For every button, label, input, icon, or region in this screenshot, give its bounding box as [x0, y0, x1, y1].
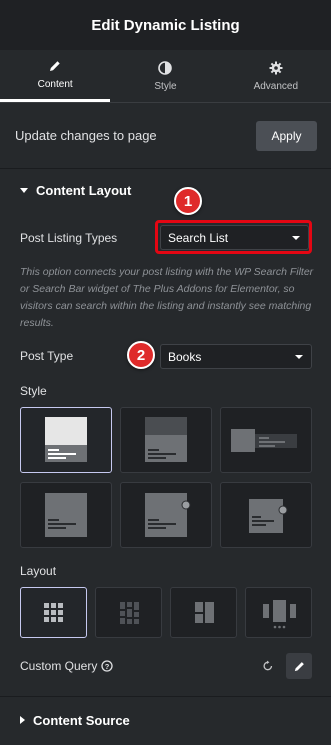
style-option-1[interactable] [20, 407, 112, 473]
style-option-5[interactable] [120, 482, 212, 548]
masonry-layout-icon [120, 602, 139, 624]
post-listing-description: This option connects your post listing w… [20, 266, 314, 329]
update-changes-label: Update changes to page [15, 128, 157, 143]
style-3-thumbnail [231, 429, 297, 452]
post-type-select[interactable]: Books [160, 344, 312, 369]
layout-option-carousel[interactable] [245, 587, 312, 638]
gear-icon [269, 61, 283, 74]
section-content-source[interactable]: Content Source [0, 710, 331, 730]
update-changes-row: Update changes to page Apply [0, 103, 331, 169]
tab-bar: Content Style Advanced [0, 50, 331, 103]
svg-text:?: ? [105, 662, 110, 671]
style-5-thumbnail [145, 493, 191, 537]
post-type-label: Post Type [20, 349, 74, 363]
style-2-thumbnail [145, 417, 187, 462]
layout-option-masonry[interactable] [95, 587, 162, 638]
panel-title: Edit Dynamic Listing [91, 16, 240, 34]
tab-advanced-label: Advanced [253, 80, 299, 92]
caret-right-icon [20, 716, 25, 724]
half-circle-icon [158, 60, 173, 75]
tab-content-label: Content [37, 79, 73, 90]
custom-query-row: Custom Query ? [20, 659, 114, 673]
style-option-6[interactable] [220, 482, 312, 548]
section-content-source-title: Content Source [33, 712, 130, 728]
tab-advanced[interactable]: Advanced [221, 50, 331, 102]
pencil-icon [294, 661, 304, 671]
highlight-box [155, 220, 312, 254]
style-6-thumbnail [249, 499, 288, 533]
style-1-thumbnail [45, 417, 87, 462]
metro-layout-icon [195, 602, 214, 623]
style-option-3[interactable] [220, 407, 312, 473]
post-listing-types-label: Post Listing Types [20, 231, 118, 245]
tab-content[interactable]: Content [0, 50, 111, 102]
caret-down-icon [20, 187, 28, 193]
custom-query-label: Custom Query [20, 659, 98, 673]
tab-style[interactable]: Style [110, 50, 220, 102]
style-option-2[interactable] [120, 407, 212, 473]
grid-layout-icon [44, 603, 63, 622]
section-content-layout-title: Content Layout [36, 182, 132, 198]
custom-query-actions [262, 653, 312, 679]
step-badge-1: 1 [174, 187, 202, 215]
style-label: Style [20, 384, 47, 398]
chevron-down-icon [295, 355, 303, 359]
post-type-value: Books [168, 349, 202, 364]
help-icon[interactable]: ? [101, 660, 114, 672]
section-content-layout[interactable]: Content Layout [0, 180, 331, 200]
tab-style-label: Style [154, 80, 177, 92]
step-badge-2: 2 [127, 341, 155, 369]
style-option-4[interactable] [20, 482, 112, 548]
apply-button[interactable]: Apply [256, 120, 317, 151]
layout-option-metro[interactable] [170, 587, 237, 638]
layout-option-grid[interactable] [20, 587, 87, 638]
panel-header: Edit Dynamic Listing [0, 0, 331, 50]
layout-label: Layout [20, 564, 57, 578]
section-divider [0, 696, 331, 697]
carousel-layout-icon [263, 600, 296, 629]
style-4-thumbnail [45, 493, 87, 537]
edit-query-button[interactable] [286, 653, 312, 679]
pencil-icon [50, 61, 60, 71]
reset-icon[interactable] [262, 660, 274, 672]
